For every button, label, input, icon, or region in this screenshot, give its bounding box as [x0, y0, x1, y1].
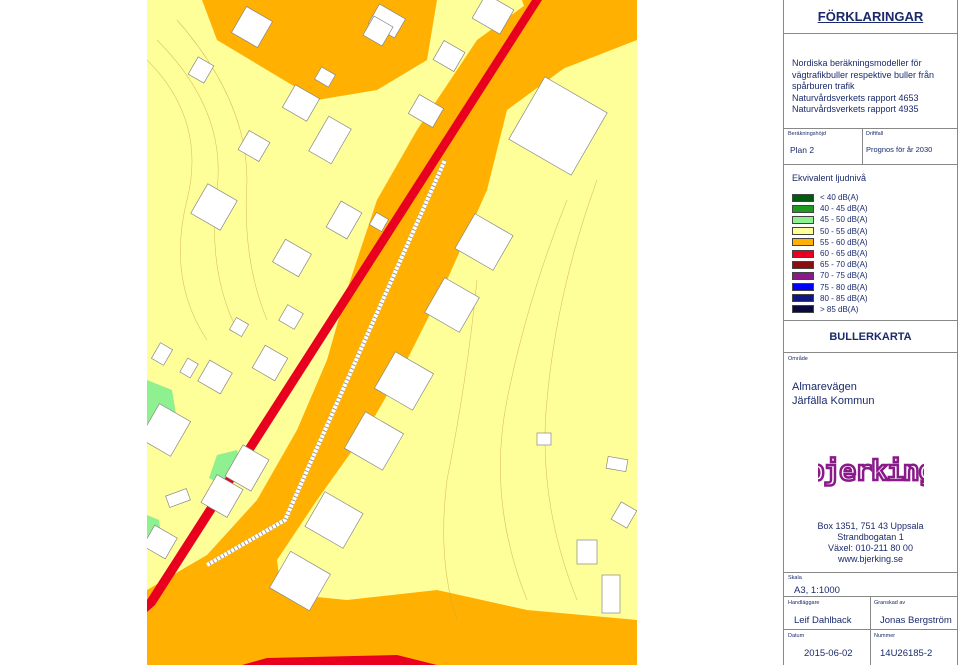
- scale-row: 50 - 55 dB(A): [792, 226, 868, 237]
- color-swatch: [792, 283, 814, 292]
- area-label: Område: [788, 356, 808, 362]
- legend-title: FÖRKLARINGAR: [817, 9, 924, 24]
- color-swatch: [792, 294, 814, 303]
- noise-map: [147, 0, 637, 665]
- scale-label: 45 - 50 dB(A): [820, 215, 868, 225]
- operation-value: Prognos för år 2030: [866, 145, 933, 154]
- scale-row: 70 - 75 dB(A): [792, 270, 868, 281]
- color-swatch: [792, 305, 814, 314]
- scale-label: 70 - 75 dB(A): [820, 271, 868, 281]
- company-address: Box 1351, 751 43 Uppsala Strandbogatan 1…: [784, 521, 957, 565]
- scale-row: > 85 dB(A): [792, 304, 868, 315]
- scale-label: 60 - 65 dB(A): [820, 249, 868, 259]
- method-line: Naturvårdsverkets rapport 4935: [792, 104, 919, 114]
- color-swatch: [792, 238, 814, 247]
- scale-label: 65 - 70 dB(A): [820, 260, 868, 270]
- calc-height-label: Beräkningshöjd: [788, 131, 826, 137]
- scale-label: 40 - 45 dB(A): [820, 204, 868, 214]
- calc-height-value: Plan 2: [790, 145, 815, 155]
- scale-row: 65 - 70 dB(A): [792, 259, 868, 270]
- scale-label: 55 - 60 dB(A): [820, 237, 868, 247]
- scale-label: 75 - 80 dB(A): [820, 282, 868, 292]
- color-swatch: [792, 249, 814, 258]
- method-line: vägtrafikbuller respektive buller från: [792, 69, 935, 80]
- scale-label: < 40 dB(A): [820, 193, 859, 203]
- color-swatch: [792, 271, 814, 280]
- color-swatch: [792, 193, 814, 202]
- color-swatch: [792, 260, 814, 269]
- scale-row: 40 - 45 dB(A): [792, 203, 868, 214]
- scale-row: < 40 dB(A): [792, 192, 868, 203]
- date-label: Datum: [788, 633, 805, 639]
- logo-lettering: bjerking: [818, 454, 924, 487]
- area-line-2: Järfälla Kommun: [792, 394, 875, 407]
- method-line: spårburen trafik: [792, 81, 855, 91]
- area-name: Almarevägen Järfälla Kommun: [792, 381, 875, 408]
- handler-label: Handläggare: [788, 600, 820, 606]
- scale-label: > 85 dB(A): [820, 304, 859, 314]
- scale-title: Ekvivalent ljudnivå: [792, 173, 867, 183]
- scale-label: Skala: [788, 575, 802, 581]
- number-label: Nummer: [874, 633, 896, 639]
- scale-value: A3, 1:1000: [794, 585, 840, 596]
- calculation-methods: Nordiska beräkningsmodeller för vägtrafi…: [792, 58, 934, 116]
- scale-label: 50 - 55 dB(A): [820, 226, 868, 236]
- reviewer-value: Jonas Bergström: [880, 615, 952, 626]
- number-value: 14U26185-2: [880, 648, 933, 659]
- handler-value: Leif Dahlback: [794, 615, 852, 626]
- scale-row: 55 - 60 dB(A): [792, 237, 868, 248]
- bjerking-logo: bjerking: [818, 453, 924, 489]
- map-type-title: BULLERKARTA: [829, 331, 912, 343]
- scale-label: 80 - 85 dB(A): [820, 293, 868, 303]
- scale-row: 45 - 50 dB(A): [792, 214, 868, 225]
- color-swatch: [792, 204, 814, 213]
- address-line: Strandbogatan 1: [837, 532, 904, 542]
- scale-row: 75 - 80 dB(A): [792, 282, 868, 293]
- scale-row: 60 - 65 dB(A): [792, 248, 868, 259]
- scale-row: 80 - 85 dB(A): [792, 293, 868, 304]
- noise-scale: < 40 dB(A) 40 - 45 dB(A) 45 - 50 dB(A) 50 -…: [792, 192, 868, 315]
- reviewer-label: Granskad av: [874, 600, 906, 606]
- method-line: Naturvårdsverkets rapport 4653: [792, 92, 919, 103]
- color-swatch: [792, 215, 814, 224]
- area-line-1: Almarevägen: [792, 381, 857, 393]
- operation-label: Driftfall: [866, 131, 884, 137]
- address-line: www.bjerking.se: [837, 554, 904, 564]
- legend-panel: FÖRKLARINGAR Nordiska beräkningsmodeller…: [783, 0, 958, 665]
- date-value: 2015-06-02: [804, 648, 853, 659]
- method-line: Nordiska beräkningsmodeller för: [792, 58, 922, 68]
- address-line: Växel: 010-211 80 00: [828, 543, 913, 553]
- color-swatch: [792, 227, 814, 236]
- address-line: Box 1351, 751 43 Uppsala: [817, 521, 924, 531]
